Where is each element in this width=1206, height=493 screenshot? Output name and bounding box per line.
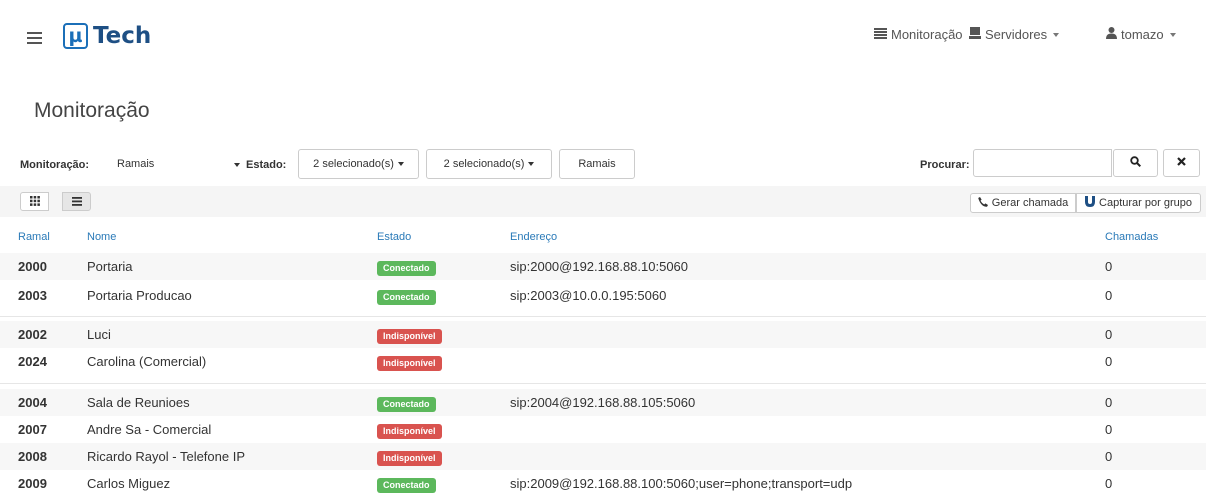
search-button[interactable] [1113, 149, 1158, 177]
chamadas-cell: 0 [1105, 327, 1113, 342]
nav-user-label: tomazo [1121, 27, 1164, 42]
estado-multiselect-label: 2 selecionado(s) [313, 158, 394, 170]
status-badge: Indisponível [377, 451, 442, 466]
ramal-cell: 2002 [18, 327, 47, 342]
chamadas-cell: 0 [1105, 259, 1113, 274]
capturar-grupo-button[interactable]: Capturar por grupo [1076, 193, 1201, 213]
nav-servidores-label: Servidores [985, 27, 1048, 42]
nav-user-dropdown[interactable]: tomazo [1106, 27, 1176, 42]
gerar-chamada-label: Gerar chamada [991, 197, 1069, 209]
list-icon [874, 27, 887, 42]
ramal-cell: 2004 [18, 395, 47, 410]
chevron-down-icon [528, 162, 535, 166]
grupo-multiselect-label: 2 selecionado(s) [443, 158, 525, 170]
search-input[interactable] [973, 149, 1112, 177]
endereco-cell: sip:2003@10.0.0.195:5060 [510, 288, 667, 303]
chamadas-cell: 0 [1105, 395, 1113, 410]
table-row[interactable]: 2008 Ricardo Rayol - Telefone IP Indispo… [0, 443, 1206, 470]
ramal-cell: 2009 [18, 476, 47, 491]
estado-multiselect-button[interactable]: 2 selecionado(s) [298, 149, 419, 179]
chamadas-cell: 0 [1105, 449, 1113, 464]
ramal-cell: 2007 [18, 422, 47, 437]
nome-cell: Portaria Producao [87, 288, 192, 303]
magnet-icon [1085, 196, 1096, 210]
column-header-estado[interactable]: Estado [377, 231, 411, 243]
table-row[interactable]: 2004 Sala de Reunioes Conectado sip:2004… [0, 389, 1206, 416]
clear-search-button[interactable] [1163, 149, 1200, 177]
chevron-down-icon [1053, 32, 1060, 37]
estado-filter-label: Estado: [246, 159, 287, 171]
chamadas-cell: 0 [1105, 288, 1113, 303]
monitoracao-select-value: Ramais [117, 158, 155, 170]
ramais-button-label: Ramais [578, 158, 616, 170]
nome-cell: Andre Sa - Comercial [87, 422, 212, 437]
endereco-cell: sip:2000@192.168.88.10:5060 [510, 259, 689, 274]
group-divider [0, 383, 1206, 384]
nav-monitoracao-label: Monitoração [891, 27, 963, 42]
close-icon [1177, 157, 1186, 169]
grid-view-button[interactable] [20, 192, 49, 211]
table-row[interactable]: 2024 Carolina (Comercial) Indisponível 0 [0, 348, 1206, 375]
group-divider [0, 316, 1206, 317]
ramais-button[interactable]: Ramais [559, 149, 635, 179]
grupo-multiselect-button[interactable]: 2 selecionado(s) [426, 149, 552, 179]
nav-monitoracao-link[interactable]: Monitoração [874, 27, 963, 42]
user-icon [1106, 27, 1117, 42]
nome-cell: Portaria [87, 259, 133, 274]
chamadas-cell: 0 [1105, 354, 1113, 369]
chevron-down-icon [397, 162, 404, 166]
procurar-label: Procurar: [920, 159, 970, 171]
phone-icon [977, 196, 988, 210]
ramal-cell: 2024 [18, 354, 47, 369]
monitoracao-filter-label: Monitoração: [20, 159, 90, 171]
ramal-cell: 2003 [18, 288, 47, 303]
top-navbar: µ Tech Monitoração Servidores tomazo [0, 0, 1206, 72]
nome-cell: Ricardo Rayol - Telefone IP [87, 449, 246, 464]
table-row[interactable]: 2009 Carlos Miguez Conectado sip:2009@19… [0, 470, 1206, 493]
endereco-cell: sip:2004@192.168.88.105:5060 [510, 395, 696, 410]
server-icon [969, 27, 981, 42]
ramal-cell: 2000 [18, 259, 47, 274]
chevron-down-icon [1169, 32, 1176, 37]
status-badge: Conectado [377, 261, 436, 276]
list-icon [71, 194, 82, 209]
status-badge: Conectado [377, 478, 436, 493]
logo-text: Tech [93, 23, 152, 49]
nome-cell: Sala de Reunioes [87, 395, 190, 410]
status-badge: Indisponível [377, 424, 442, 439]
brand-logo[interactable]: µ Tech [63, 22, 151, 50]
monitoracao-select[interactable]: Ramais [97, 150, 245, 179]
nome-cell: Luci [87, 327, 111, 342]
nav-servidores-dropdown[interactable]: Servidores [969, 27, 1060, 42]
chamadas-cell: 0 [1105, 422, 1113, 437]
table-row[interactable]: 2007 Andre Sa - Comercial Indisponível 0 [0, 416, 1206, 443]
column-header-endereco[interactable]: Endereço [510, 231, 557, 243]
nome-cell: Carlos Miguez [87, 476, 171, 491]
column-header-ramal[interactable]: Ramal [18, 231, 50, 243]
chevron-down-icon [234, 163, 240, 167]
column-header-chamadas[interactable]: Chamadas [1105, 231, 1158, 243]
page-title: Monitoração [34, 99, 150, 122]
hamburger-menu-icon[interactable] [27, 32, 42, 44]
ramal-cell: 2008 [18, 449, 47, 464]
chamadas-cell: 0 [1105, 476, 1113, 491]
endereco-cell: sip:2009@192.168.88.100:5060;user=phone;… [510, 476, 853, 491]
capturar-grupo-label: Capturar por grupo [1099, 197, 1192, 209]
table-row[interactable]: 2003 Portaria Producao Conectado sip:200… [0, 282, 1206, 309]
column-header-nome[interactable]: Nome [87, 231, 116, 243]
status-badge: Indisponível [377, 329, 442, 344]
status-badge: Conectado [377, 290, 436, 305]
grid-icon [29, 194, 40, 209]
list-view-button[interactable] [62, 192, 91, 211]
nome-cell: Carolina (Comercial) [87, 354, 207, 369]
gerar-chamada-button[interactable]: Gerar chamada [970, 193, 1076, 213]
status-badge: Indisponível [377, 356, 442, 371]
search-icon [1130, 156, 1142, 170]
table-row[interactable]: 2002 Luci Indisponível 0 [0, 321, 1206, 348]
table-row[interactable]: 2000 Portaria Conectado sip:2000@192.168… [0, 253, 1206, 280]
logo-mu-icon: µ [63, 23, 88, 49]
status-badge: Conectado [377, 397, 436, 412]
